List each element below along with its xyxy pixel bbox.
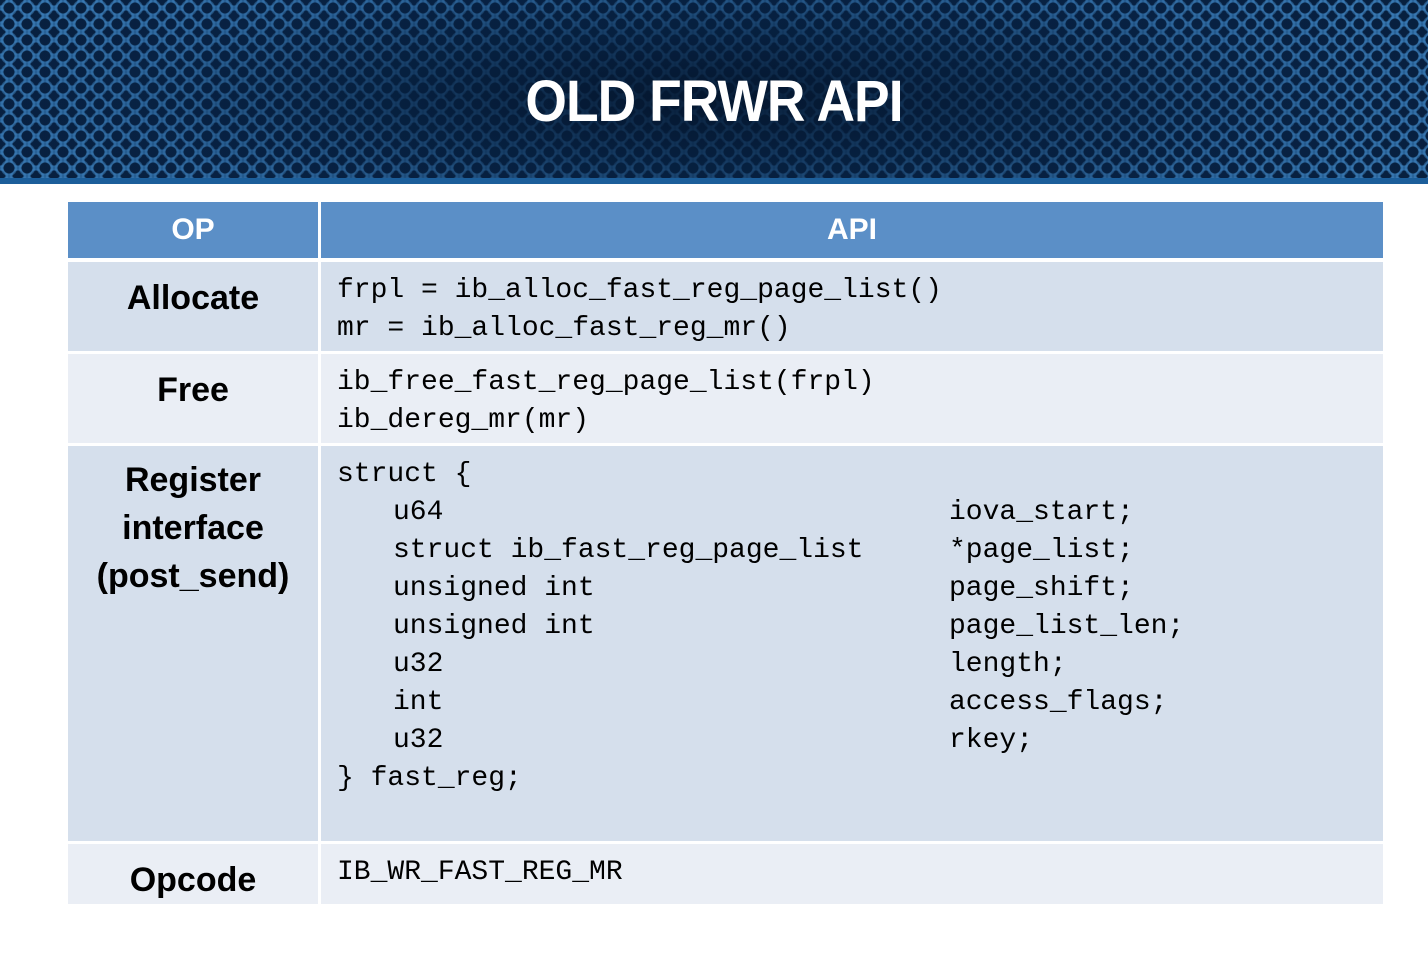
field-type: int — [393, 686, 444, 718]
slide-title: OLD FRWR API — [525, 69, 903, 134]
field-name: *page_list; — [949, 534, 1134, 566]
field-type: u32 — [393, 724, 444, 756]
table-header-row: OP API — [68, 202, 1383, 262]
op-register: Register interface (post_send) — [68, 444, 321, 844]
table-row-opcode: Opcode IB_WR_FAST_REG_MR — [68, 842, 1383, 904]
api-opcode: IB_WR_FAST_REG_MR — [319, 842, 1383, 904]
op-opcode: Opcode — [68, 842, 321, 904]
header-op: OP — [68, 202, 321, 262]
code-line: struct { — [337, 458, 472, 490]
field-type: unsigned int — [393, 572, 595, 604]
header-api: API — [319, 202, 1383, 262]
op-allocate: Allocate — [68, 260, 321, 354]
api-table: OP API Allocate frpl = ib_alloc_fast_reg… — [68, 202, 1383, 904]
field-name: page_list_len; — [949, 610, 1185, 642]
field-name: access_flags; — [949, 686, 1168, 718]
api-free: ib_free_fast_reg_page_list(frpl) ib_dereg… — [319, 352, 1383, 446]
struct-field: unsigned int page_shift; — [337, 570, 1383, 608]
field-name: length; — [949, 648, 1067, 680]
field-name: rkey; — [949, 724, 1034, 756]
banner-underline — [0, 178, 1428, 184]
code-line: ib_free_fast_reg_page_list(frpl) — [337, 366, 875, 398]
field-type: u64 — [393, 496, 444, 528]
table-row-register: Register interface (post_send) struct { u… — [68, 444, 1383, 844]
op-register-line: Register — [124, 460, 262, 499]
field-type: struct ib_fast_reg_page_list — [393, 534, 864, 566]
code-line: IB_WR_FAST_REG_MR — [337, 856, 623, 888]
code-line: } fast_reg; — [337, 762, 522, 794]
table-row-allocate: Allocate frpl = ib_alloc_fast_reg_page_l… — [68, 260, 1383, 354]
field-type: unsigned int — [393, 610, 595, 642]
field-name: page_shift; — [949, 572, 1134, 604]
api-register: struct { u64 iova_start;struct ib_fast_reg… — [319, 444, 1383, 844]
struct-field: u32 length; — [337, 646, 1383, 684]
code-line: mr = ib_alloc_fast_reg_mr() — [337, 313, 791, 344]
op-register-line: (post_send) — [96, 556, 290, 595]
code-line: frpl = ib_alloc_fast_reg_page_list() — [337, 275, 942, 306]
op-free: Free — [68, 352, 321, 446]
struct-field: struct ib_fast_reg_page_list *page_list; — [337, 532, 1383, 570]
struct-field: u64 iova_start; — [337, 494, 1383, 532]
struct-field: unsigned int page_list_len; — [337, 608, 1383, 646]
field-type: u32 — [393, 648, 444, 680]
op-register-line: interface — [122, 508, 264, 547]
code-line: ib_dereg_mr(mr) — [337, 404, 590, 436]
struct-field: u32 rkey; — [337, 722, 1383, 760]
struct-field: int access_flags; — [337, 684, 1383, 722]
table-row-free: Free ib_free_fast_reg_page_list(frpl) ib_… — [68, 352, 1383, 446]
api-allocate: frpl = ib_alloc_fast_reg_page_list()mr =… — [319, 260, 1383, 354]
field-name: iova_start; — [949, 496, 1134, 528]
